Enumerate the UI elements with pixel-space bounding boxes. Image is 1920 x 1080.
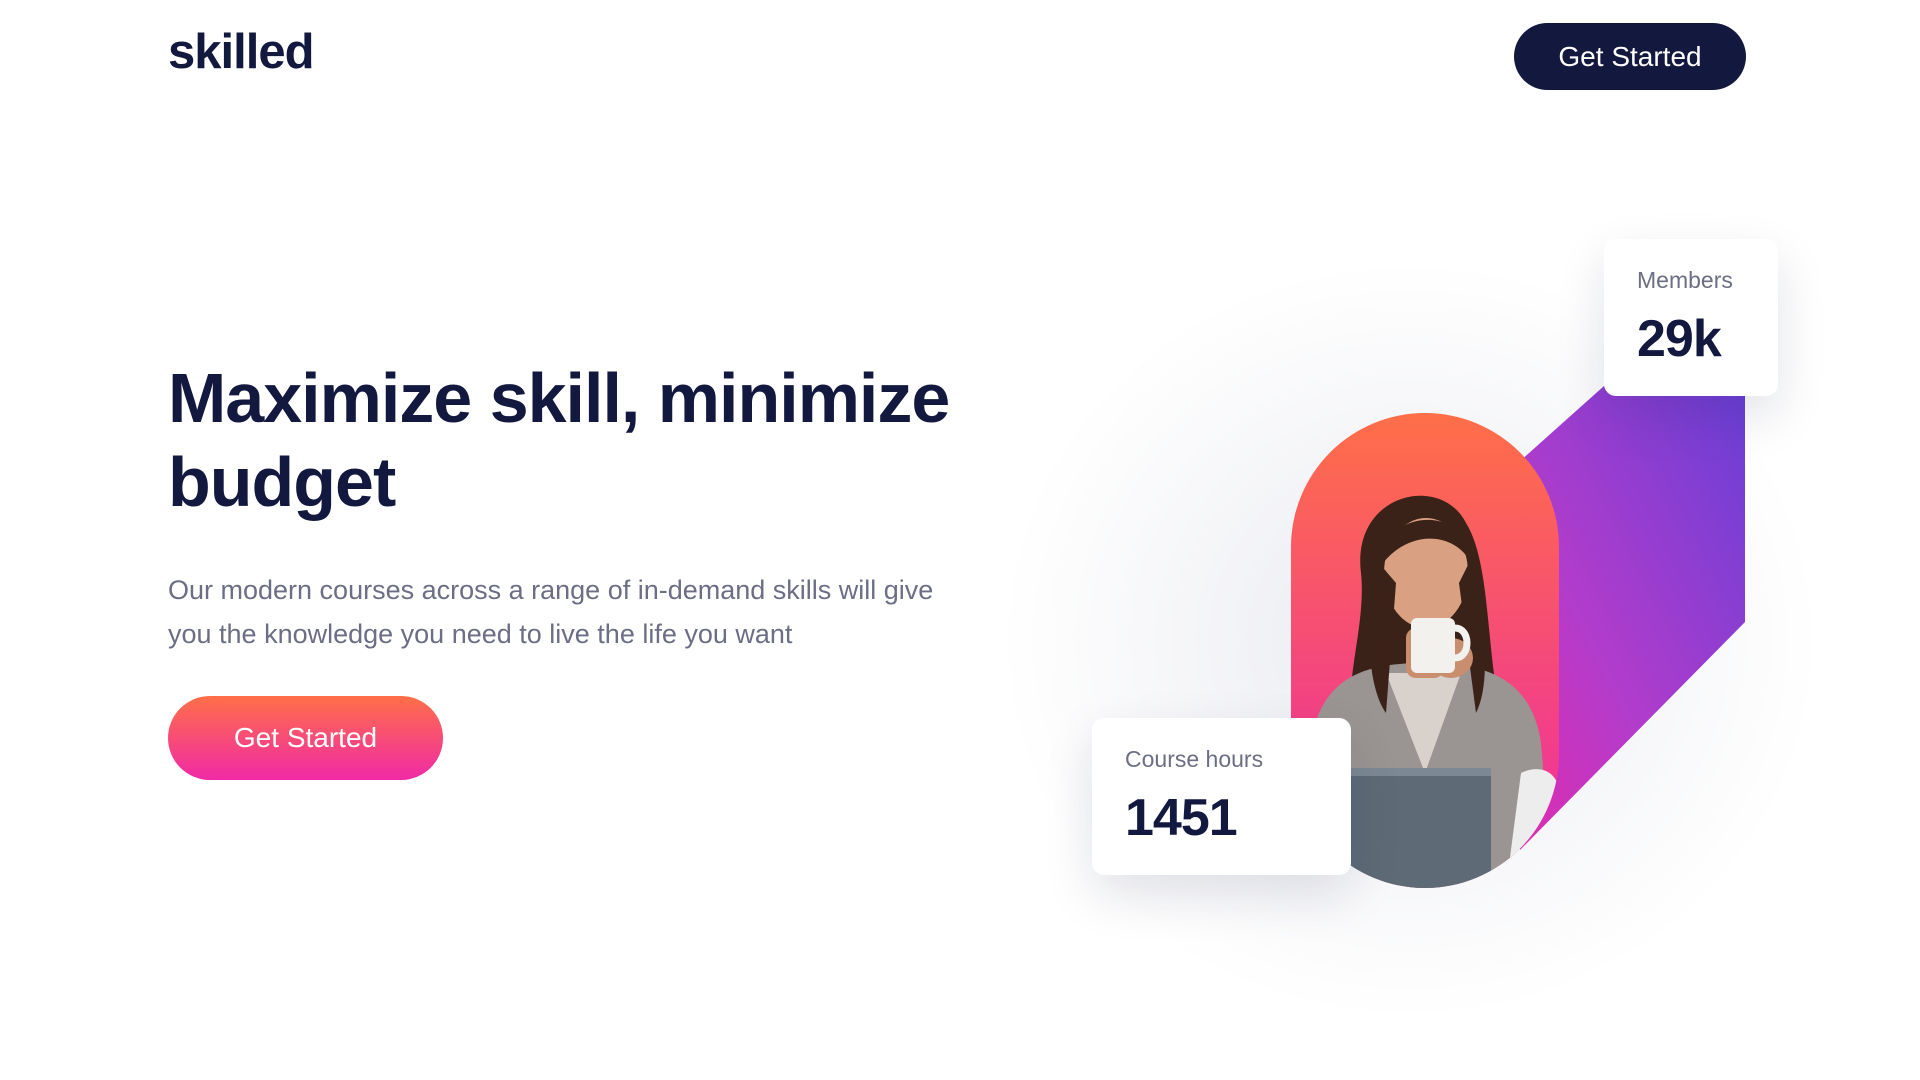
hero-get-started-button[interactable]: Get Started: [168, 696, 443, 780]
hero-headline: Maximize skill, minimize budget: [168, 359, 950, 521]
header-get-started-button[interactable]: Get Started: [1514, 23, 1746, 90]
members-stat-value: 29k: [1637, 310, 1722, 368]
logo[interactable]: skilled: [168, 28, 315, 77]
hero-subhead: Our modern courses across a range of in-…: [168, 575, 934, 649]
members-stat-card: Members 29k: [1604, 239, 1778, 396]
course-hours-stat-label: Course hours: [1125, 746, 1264, 772]
course-hours-stat-card: Course hours 1451: [1092, 718, 1351, 875]
members-stat-label: Members: [1637, 267, 1733, 293]
course-hours-stat-value: 1451: [1125, 789, 1238, 847]
